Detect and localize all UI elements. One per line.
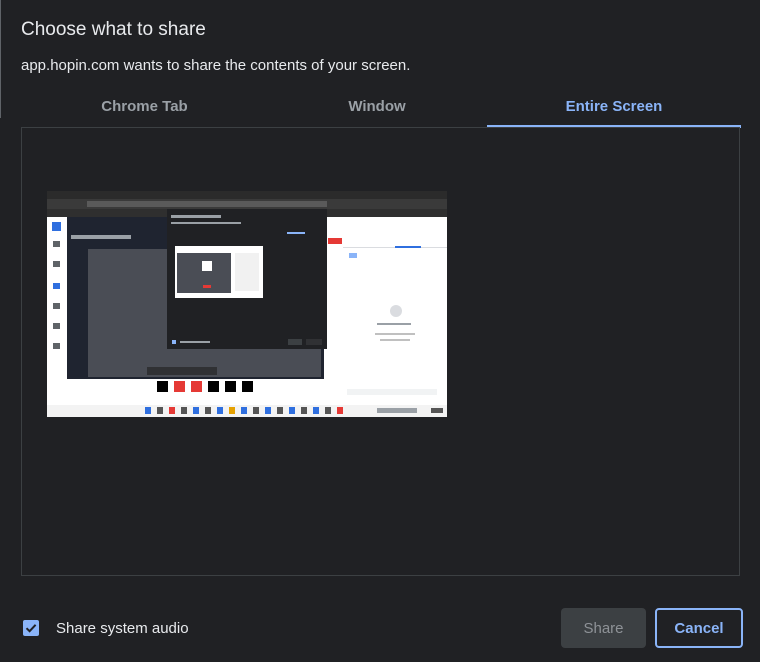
share-audio-checkbox[interactable] — [23, 620, 39, 636]
share-button[interactable]: Share — [561, 608, 646, 648]
screen-list-panel — [21, 127, 740, 576]
window-edge — [0, 0, 1, 118]
cancel-button[interactable]: Cancel — [655, 608, 743, 648]
share-tabs: Chrome Tab Window Entire Screen — [22, 92, 741, 128]
tab-window[interactable]: Window — [267, 92, 487, 128]
dialog-title: Choose what to share — [21, 19, 206, 40]
tab-entire-screen[interactable]: Entire Screen — [487, 92, 741, 128]
tab-chrome-tab[interactable]: Chrome Tab — [22, 92, 267, 128]
share-audio-label: Share system audio — [56, 620, 189, 637]
checkmark-icon — [25, 624, 37, 633]
dialog-subtitle: app.hopin.com wants to share the content… — [21, 57, 411, 74]
screen-preview-image — [47, 191, 447, 417]
screen-thumbnail[interactable] — [47, 191, 447, 417]
